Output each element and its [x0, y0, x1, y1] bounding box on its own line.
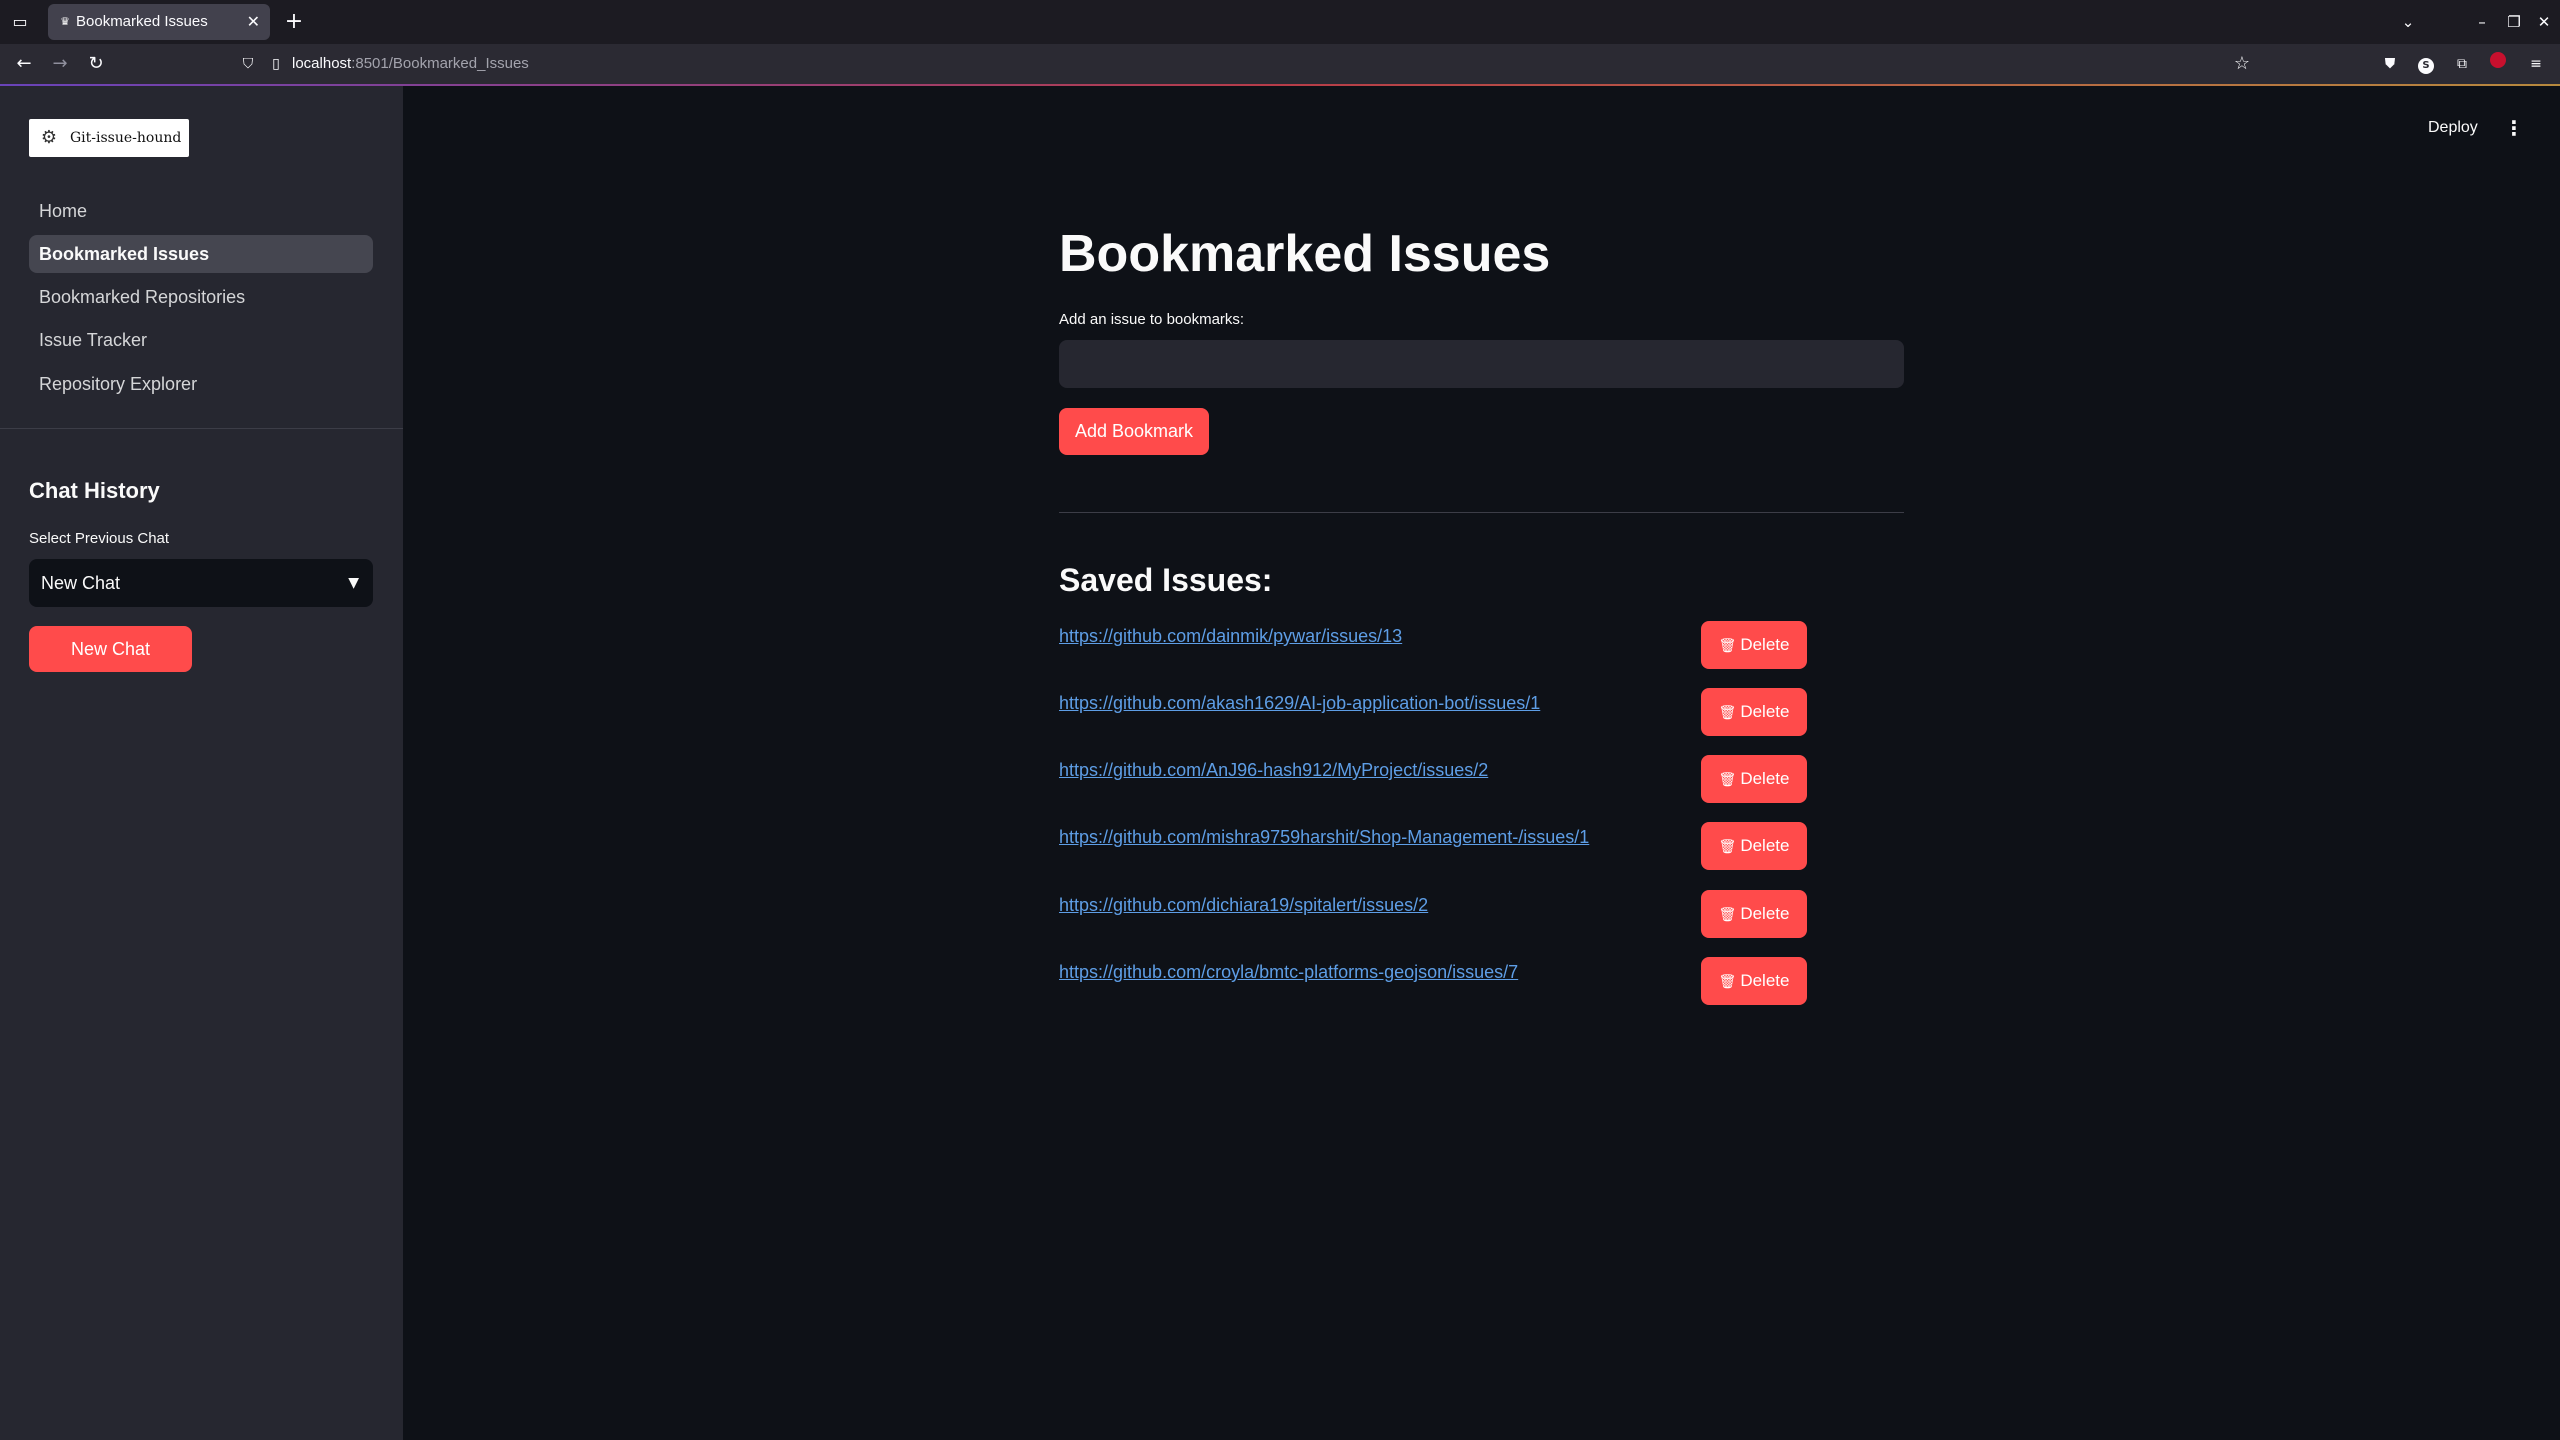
trash-icon: 🗑: [1718, 973, 1737, 989]
browser-nav-bar: ← → ↻ ⛉ ▯ localhost:8501/Bookmarked_Issu…: [0, 44, 2560, 84]
saved-issues-heading: Saved Issues:: [1059, 562, 1273, 598]
sidebar-item-repository-explorer[interactable]: Repository Explorer: [29, 365, 373, 403]
issue-url-input[interactable]: [1059, 340, 1904, 388]
app-logo: ⚙ Git-issue-hound: [29, 119, 189, 157]
delete-button[interactable]: 🗑 Delete: [1701, 957, 1807, 1005]
sidebar-item-issue-tracker[interactable]: Issue Tracker: [29, 321, 373, 359]
forward-icon[interactable]: →: [46, 50, 74, 78]
content-divider: [1059, 512, 1904, 513]
sidebar-divider: [0, 428, 403, 429]
reload-icon[interactable]: ↻: [82, 50, 110, 78]
chat-select[interactable]: New Chat ▼: [29, 559, 373, 607]
new-chat-button[interactable]: New Chat: [29, 626, 192, 672]
tab-title: Bookmarked Issues: [76, 13, 208, 30]
streamlit-favicon-icon: ♛: [60, 15, 70, 28]
sidebar-item-bookmarked-repositories[interactable]: Bookmarked Repositories: [29, 278, 373, 316]
new-tab-icon[interactable]: +: [280, 8, 308, 36]
account-icon[interactable]: S: [2414, 52, 2438, 76]
chat-history-heading: Chat History: [29, 478, 160, 503]
delete-label: Delete: [1740, 769, 1790, 788]
logo-text: Git-issue-hound: [70, 130, 182, 146]
delete-button[interactable]: 🗑 Delete: [1701, 890, 1807, 938]
page-title: Bookmarked Issues: [1059, 225, 1551, 283]
delete-button[interactable]: 🗑 Delete: [1701, 621, 1807, 669]
issue-link[interactable]: https://github.com/akash1629/AI-job-appl…: [1059, 691, 1540, 715]
add-bookmark-button[interactable]: Add Bookmark: [1059, 408, 1209, 455]
browser-tab-bar: ▭ ♛ Bookmarked Issues ✕ + ⌄ – ❐ ✕: [0, 0, 2560, 44]
chevron-down-icon: ▼: [348, 575, 359, 591]
back-icon[interactable]: ←: [10, 50, 38, 78]
trash-icon: 🗑: [1718, 838, 1737, 854]
trash-icon: 🗑: [1718, 771, 1737, 787]
browser-tab[interactable]: ♛ Bookmarked Issues ✕: [48, 4, 270, 40]
url-bar[interactable]: localhost:8501/Bookmarked_Issues: [292, 44, 529, 84]
shield-icon[interactable]: ⛉: [236, 52, 260, 76]
tab-list-icon[interactable]: ▭: [8, 10, 32, 34]
sidebar-item-bookmarked-issues[interactable]: Bookmarked Issues: [29, 235, 373, 273]
select-chat-label: Select Previous Chat: [29, 530, 170, 547]
url-host: localhost: [292, 55, 352, 72]
minimize-icon[interactable]: –: [2468, 8, 2496, 36]
delete-button[interactable]: 🗑 Delete: [1701, 755, 1807, 803]
deploy-button[interactable]: Deploy: [2428, 114, 2478, 142]
close-window-icon[interactable]: ✕: [2530, 8, 2558, 36]
chat-select-value: New Chat: [41, 573, 121, 593]
trash-icon: 🗑: [1718, 906, 1737, 922]
ublock-icon[interactable]: [2486, 52, 2510, 76]
tab-overflow-chevron-icon[interactable]: ⌄: [2394, 8, 2422, 36]
delete-button[interactable]: 🗑 Delete: [1701, 822, 1807, 870]
delete-label: Delete: [1740, 702, 1790, 721]
pocket-icon[interactable]: ⛊: [2378, 52, 2402, 76]
extensions-icon[interactable]: ⧉: [2450, 52, 2474, 76]
url-path: :8501/Bookmarked_Issues: [351, 55, 529, 72]
sidebar-item-home[interactable]: Home: [29, 192, 373, 230]
issue-input-label: Add an issue to bookmarks:: [1059, 311, 1245, 328]
delete-label: Delete: [1740, 635, 1790, 654]
page-icon[interactable]: ▯: [264, 52, 288, 76]
sidebar: ⚙ Git-issue-hound Home Bookmarked Issues…: [0, 86, 403, 1440]
tab-close-icon[interactable]: ✕: [247, 4, 260, 40]
main-menu-icon[interactable]: ⋮: [2500, 114, 2528, 142]
restore-icon[interactable]: ❐: [2500, 8, 2528, 36]
bookmark-star-icon[interactable]: ☆: [2228, 50, 2256, 78]
trash-icon: 🗑: [1718, 637, 1737, 653]
issue-link[interactable]: https://github.com/dichiara19/spitalert/…: [1059, 893, 1428, 917]
issue-link[interactable]: https://github.com/AnJ96-hash912/MyProje…: [1059, 758, 1488, 782]
delete-button[interactable]: 🗑 Delete: [1701, 688, 1807, 736]
delete-label: Delete: [1740, 971, 1790, 990]
delete-label: Delete: [1740, 904, 1790, 923]
delete-label: Delete: [1740, 836, 1790, 855]
issue-link[interactable]: https://github.com/mishra9759harshit/Sho…: [1059, 825, 1589, 849]
robot-icon: ⚙: [40, 127, 58, 148]
trash-icon: 🗑: [1718, 704, 1737, 720]
issue-link[interactable]: https://github.com/croyla/bmtc-platforms…: [1059, 960, 1518, 984]
menu-icon[interactable]: ≡: [2524, 52, 2548, 76]
issue-link[interactable]: https://github.com/dainmik/pywar/issues/…: [1059, 624, 1402, 648]
